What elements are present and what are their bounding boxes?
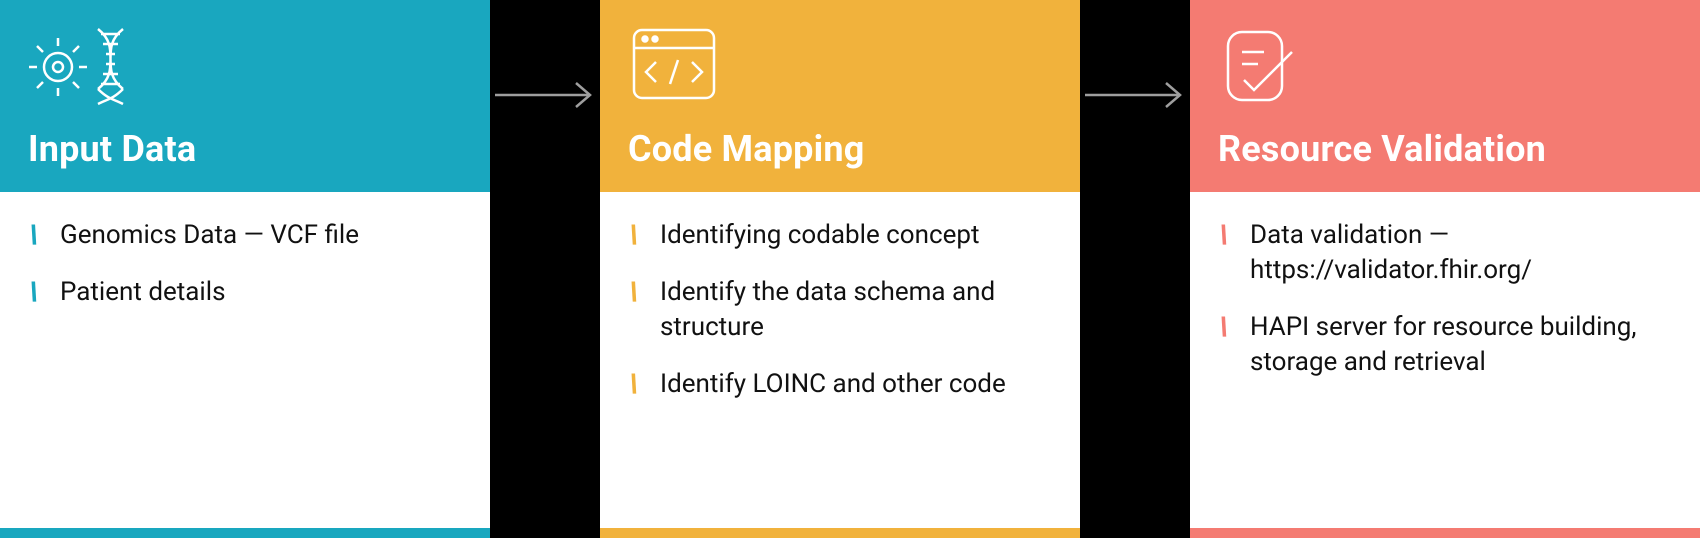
card-header: Input Data [0, 0, 490, 192]
card-title: Resource Validation [1218, 128, 1672, 170]
card-title: Input Data [28, 128, 462, 170]
list-item: \ HAPI server for resource building, sto… [1218, 310, 1668, 380]
bullet-icon: \ [26, 218, 49, 253]
genomics-gear-icon [28, 24, 462, 110]
card-footer-bar [0, 528, 490, 538]
arrow-right-icon [1080, 75, 1190, 115]
list-item: \ Identify LOINC and other code [628, 367, 1048, 402]
list-item-text: Patient details [60, 275, 226, 310]
list-item-text: Genomics Data — VCF file [60, 218, 359, 253]
bullet-icon: \ [626, 218, 649, 253]
card-title: Code Mapping [628, 128, 1052, 170]
card-resource-validation: Resource Validation \ Data validation — … [1190, 0, 1700, 538]
list-item-text: HAPI server for resource building, stora… [1250, 310, 1668, 380]
card-body: \ Genomics Data — VCF file \ Patient det… [0, 192, 490, 336]
list-item: \ Identify the data schema and structure [628, 275, 1048, 345]
arrow-right-icon [490, 75, 600, 115]
bullet-icon: \ [626, 367, 649, 402]
list-item: \ Data validation — https://validator.fh… [1218, 218, 1668, 288]
card-body: \ Data validation — https://validator.fh… [1190, 192, 1700, 406]
list-item-text: Identifying codable concept [660, 218, 979, 253]
list-item-text: Identify LOINC and other code [660, 367, 1006, 402]
bullet-icon: \ [26, 275, 49, 310]
card-footer-bar [600, 528, 1080, 538]
document-check-icon [1218, 24, 1672, 110]
list-item-text: Data validation — https://validator.fhir… [1250, 218, 1668, 288]
card-body: \ Identifying codable concept \ Identify… [600, 192, 1080, 428]
card-header: Code Mapping [600, 0, 1080, 192]
card-input-data: Input Data \ Genomics Data — VCF file \ … [0, 0, 490, 538]
list-item: \ Identifying codable concept [628, 218, 1048, 253]
list-item: \ Patient details [28, 275, 458, 310]
bullet-icon: \ [626, 275, 649, 310]
code-window-icon [628, 24, 1052, 110]
arrow-connector [1080, 0, 1190, 190]
bullet-icon: \ [1216, 218, 1239, 253]
card-footer-bar [1190, 528, 1700, 538]
bullet-icon: \ [1216, 310, 1239, 345]
list-item-text: Identify the data schema and structure [660, 275, 1048, 345]
card-header: Resource Validation [1190, 0, 1700, 192]
card-code-mapping: Code Mapping \ Identifying codable conce… [600, 0, 1080, 538]
list-item: \ Genomics Data — VCF file [28, 218, 458, 253]
process-diagram: Input Data \ Genomics Data — VCF file \ … [0, 0, 1700, 538]
arrow-connector [490, 0, 600, 190]
